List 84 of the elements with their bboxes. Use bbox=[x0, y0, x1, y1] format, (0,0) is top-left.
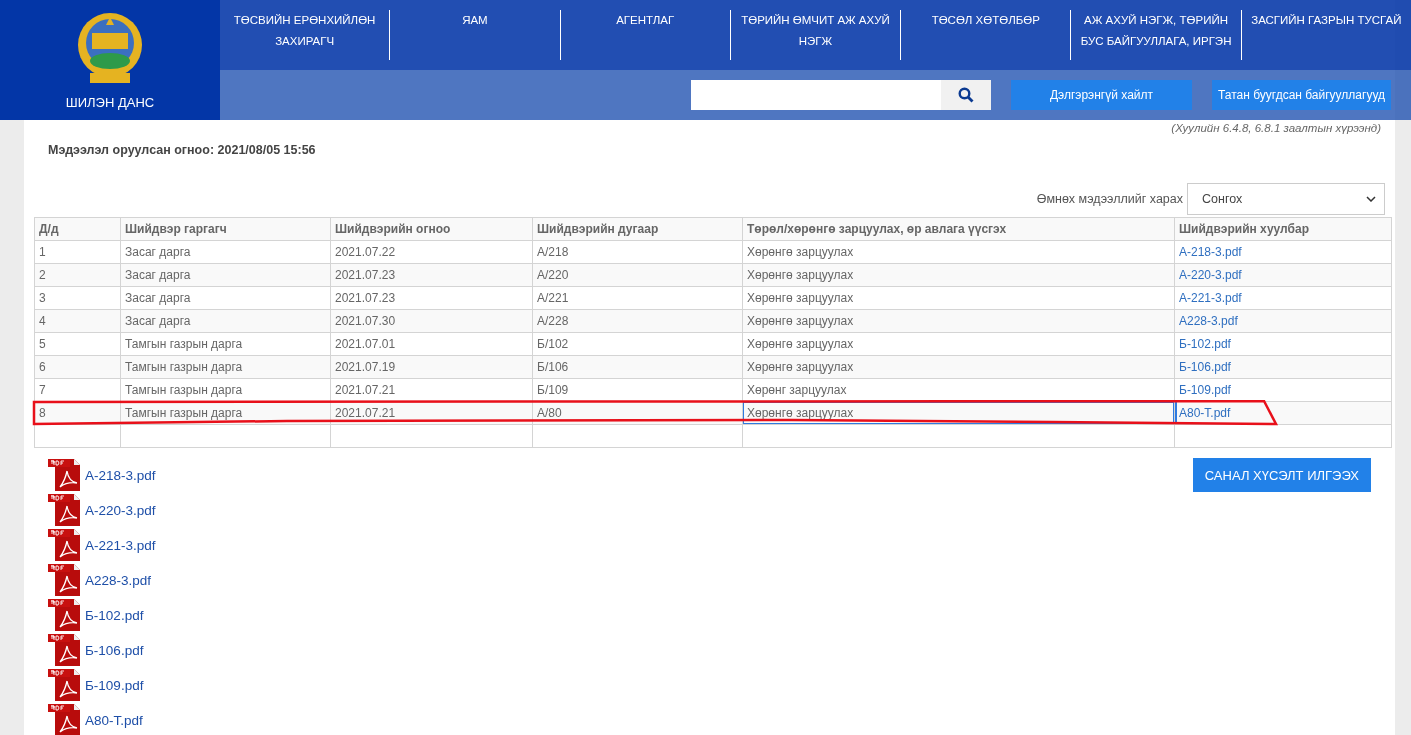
table-cell: 2021.07.23 bbox=[330, 263, 533, 287]
table-cell: А/221 bbox=[532, 286, 743, 310]
nav-item[interactable]: АГЕНТЛАГ bbox=[559, 10, 730, 60]
file-link[interactable]: А-221-3.pdf bbox=[85, 537, 156, 553]
table-cell: Хөрөнгө зарцуулах bbox=[742, 309, 1175, 333]
file-link[interactable]: А-218-3.pdf bbox=[85, 467, 156, 483]
column-header: Шийдвэрийн огноо bbox=[330, 217, 533, 241]
file-link[interactable]: Б-109.pdf bbox=[1179, 383, 1231, 397]
pdf-file-icon bbox=[48, 458, 81, 492]
table-cell: Хөрөнгө зарцуулах bbox=[742, 401, 1175, 425]
table-cell: Б/106 bbox=[532, 355, 743, 379]
table-cell: Хөрөнгө зарцуулах bbox=[742, 263, 1175, 287]
table-cell: Засаг дарга bbox=[120, 286, 331, 310]
file-link[interactable]: Б-106.pdf bbox=[85, 642, 144, 658]
nav-item[interactable]: ЗАСГИЙН ГАЗРЫН ТУСГАЙ bbox=[1240, 10, 1411, 60]
table-cell: Тамгын газрын дарга bbox=[120, 355, 331, 379]
column-header: Шийдвэрийн хуулбар bbox=[1174, 217, 1392, 241]
pdf-file-icon bbox=[48, 493, 81, 527]
history-dropdown[interactable]: Сонгох bbox=[1187, 183, 1385, 215]
nav-item[interactable]: АЖ АХУЙ НЭГЖ, ТӨРИЙН БУС БАЙГУУЛЛАГА, ИРГЭН bbox=[1070, 10, 1241, 60]
column-header: Д/д bbox=[34, 217, 121, 241]
table-cell: Засаг дарга bbox=[120, 263, 331, 287]
table-cell: Тамгын газрын дарга bbox=[120, 332, 331, 356]
pdf-file-icon bbox=[48, 528, 81, 562]
nav-item[interactable]: ТӨСӨЛ ХӨТӨЛБӨР bbox=[900, 10, 1071, 60]
pdf-file-icon bbox=[48, 668, 81, 702]
table-cell: 2 bbox=[34, 263, 121, 287]
file-link[interactable]: Б-106.pdf bbox=[1179, 360, 1231, 374]
table-cell: Хөрөнгө зарцуулах bbox=[742, 332, 1175, 356]
nav-item[interactable]: ЯАМ bbox=[389, 10, 560, 60]
table-cell: А/80 bbox=[532, 401, 743, 425]
table-cell: 2021.07.30 bbox=[330, 309, 533, 333]
file-link[interactable]: А80-Т.pdf bbox=[85, 712, 143, 728]
table-cell: 4 bbox=[34, 309, 121, 333]
file-link[interactable]: А-218-3.pdf bbox=[1179, 245, 1242, 259]
file-link[interactable]: А228-3.pdf bbox=[85, 572, 152, 588]
file-link[interactable]: Б-102.pdf bbox=[1179, 337, 1231, 351]
header-button[interactable]: Татан буугдсан байгууллагууд bbox=[1212, 80, 1391, 110]
search-button[interactable] bbox=[941, 80, 991, 110]
file-link[interactable]: А-221-3.pdf bbox=[1179, 291, 1242, 305]
table-cell: 2021.07.19 bbox=[330, 355, 533, 379]
nav-item[interactable]: ТӨРИЙН ӨМЧИТ АЖ АХУЙ НЭГЖ bbox=[729, 10, 901, 60]
table-cell: Засаг дарга bbox=[120, 240, 331, 264]
column-header: Шийдвэр гаргагч bbox=[120, 217, 331, 241]
column-header: Төрөл/хөрөнгө зарцуулах, өр авлага үүсгэх bbox=[742, 217, 1175, 241]
table-cell: Хөрөнгө зарцуулах bbox=[742, 240, 1175, 264]
column-header: Шийдвэрийн дугаар bbox=[532, 217, 743, 241]
table-cell: А/220 bbox=[532, 263, 743, 287]
table-cell: 5 bbox=[34, 332, 121, 356]
law-note: (Хуулийн 6.4.8, 6.8.1 заалтын хүрээнд) bbox=[1171, 121, 1381, 135]
table-cell: Б/102 bbox=[532, 332, 743, 356]
file-link[interactable]: А-220-3.pdf bbox=[1179, 268, 1242, 282]
pdf-file-icon bbox=[48, 598, 81, 632]
pdf-file-icon bbox=[48, 563, 81, 597]
file-link[interactable]: А228-3.pdf bbox=[1179, 314, 1238, 328]
table-cell: Хөрөнгө зарцуулах bbox=[742, 355, 1175, 379]
search-icon bbox=[958, 87, 974, 103]
feedback-button[interactable]: САНАЛ ХҮСЭЛТ ИЛГЭЭХ bbox=[1192, 458, 1371, 492]
table-cell: Засаг дарга bbox=[120, 309, 331, 333]
logo-text: ШИЛЭН ДАНС bbox=[65, 94, 155, 110]
table-cell: 2021.07.22 bbox=[330, 240, 533, 264]
table-cell: 2021.07.21 bbox=[330, 401, 533, 425]
nav-item[interactable]: ТӨСВИЙН ЕРӨНХИЙЛӨН ЗАХИРАГЧ bbox=[220, 10, 390, 60]
updated-date: Мэдээлэл оруулсан огноо: 2021/08/05 15:56 bbox=[47, 143, 317, 157]
file-link[interactable]: Б-109.pdf bbox=[85, 677, 144, 693]
logo-panel[interactable]: ШИЛЭН ДАНС bbox=[0, 0, 220, 120]
table-cell: 2021.07.23 bbox=[330, 286, 533, 310]
chevron-icon bbox=[1366, 196, 1376, 202]
table-cell: 2021.07.01 bbox=[330, 332, 533, 356]
table-cell: 1 bbox=[34, 240, 121, 264]
table-cell: 6 bbox=[34, 355, 121, 379]
table-cell: А/228 bbox=[532, 309, 743, 333]
history-label: Өмнөх мэдээллийг харах bbox=[1036, 192, 1183, 206]
pdf-file-icon bbox=[48, 633, 81, 667]
file-link[interactable]: А80-Т.pdf bbox=[1179, 406, 1231, 420]
table-cell: Тамгын газрын дарга bbox=[120, 401, 331, 425]
table-cell: 3 bbox=[34, 286, 121, 310]
file-link[interactable]: Б-102.pdf bbox=[85, 607, 144, 623]
file-link[interactable]: А-220-3.pdf bbox=[85, 502, 156, 518]
search-field[interactable] bbox=[691, 80, 941, 110]
table-cell: А/218 bbox=[532, 240, 743, 264]
header-button[interactable]: Дэлгэрэнгүй хайлт bbox=[1011, 80, 1192, 110]
table-cell: Хөрөнгө зарцуулах bbox=[742, 286, 1175, 310]
table-cell: 7 bbox=[34, 378, 121, 402]
